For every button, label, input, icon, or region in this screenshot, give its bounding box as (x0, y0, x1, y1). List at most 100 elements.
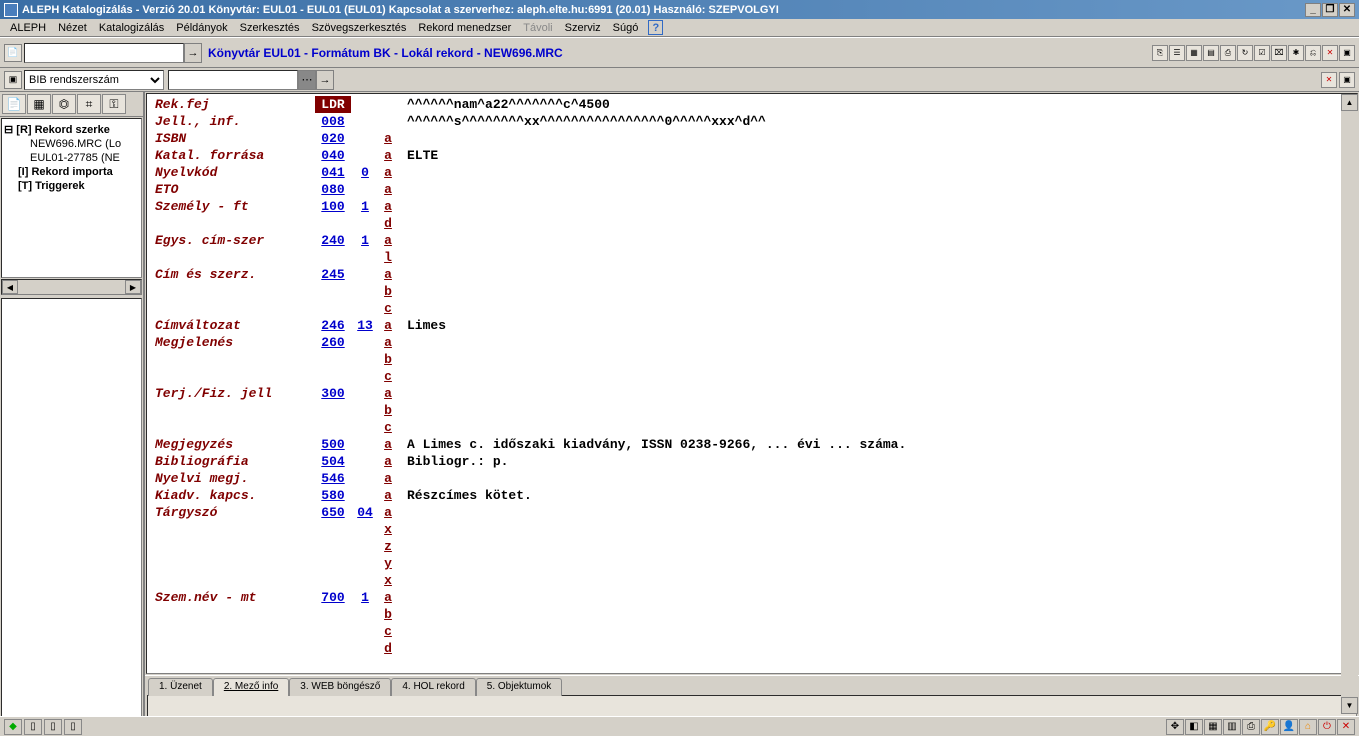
tb-icon-4[interactable]: ▤ (1203, 45, 1219, 61)
menu-rekord-menedzser[interactable]: Rekord menedzser (412, 21, 517, 35)
marc-line[interactable]: Katal. forrása040aELTE (155, 147, 1349, 164)
marc-line[interactable]: Rek.fejLDR^^^^^^nam^a22^^^^^^^c^4500 (155, 96, 1349, 113)
marc-line[interactable]: Nyelvkód0410a (155, 164, 1349, 181)
field-indicator[interactable]: 0 (351, 164, 379, 181)
marc-line[interactable]: c (155, 623, 1349, 640)
marc-line[interactable]: Terj./Fiz. jell300a (155, 385, 1349, 402)
status-r-7[interactable]: 👤 (1280, 719, 1298, 735)
left-tab-2[interactable]: ▦ (27, 94, 51, 114)
left-tab-5[interactable]: ⚿ (102, 94, 126, 114)
subfield-code[interactable]: a (379, 164, 397, 181)
tb-icon-2[interactable]: ☰ (1169, 45, 1185, 61)
subfield-code[interactable]: d (379, 215, 397, 232)
status-icon-3[interactable]: ▯ (44, 719, 62, 735)
marc-line[interactable]: Jell., inf.008^^^^^^s^^^^^^^^xx^^^^^^^^^… (155, 113, 1349, 130)
scroll-track[interactable] (18, 280, 125, 294)
tb-icon-1[interactable]: ⎘ (1152, 45, 1168, 61)
marc-line[interactable]: Megjelenés260a (155, 334, 1349, 351)
menu-sugo[interactable]: Súgó (607, 21, 645, 35)
field-value[interactable]: Részcímes kötet. (397, 487, 1349, 504)
field-tag[interactable]: 260 (315, 334, 351, 351)
subfield-code[interactable]: b (379, 402, 397, 419)
marc-line[interactable]: ISBN020a (155, 130, 1349, 147)
field-value[interactable]: Limes (397, 317, 1349, 334)
marc-line[interactable]: c (155, 300, 1349, 317)
layout-icon[interactable]: ▣ (4, 71, 22, 89)
subfield-code[interactable]: c (379, 300, 397, 317)
marc-line[interactable]: Szem.név - mt7001a (155, 589, 1349, 606)
tab-web-bongeszo[interactable]: 3. WEB böngésző (289, 678, 391, 696)
field-tag[interactable]: 546 (315, 470, 351, 487)
scroll-up[interactable]: ▲ (1341, 94, 1358, 111)
subfield-code[interactable]: b (379, 283, 397, 300)
field-tag[interactable]: 040 (315, 147, 351, 164)
left-tab-1[interactable]: 📄 (2, 94, 26, 114)
subfield-code[interactable]: a (379, 453, 397, 470)
tb2-icon-2[interactable]: ▣ (1339, 72, 1355, 88)
subfield-code[interactable]: a (379, 504, 397, 521)
subfield-code[interactable]: y (379, 555, 397, 572)
status-r-5[interactable]: ⎙ (1242, 719, 1260, 735)
marc-line[interactable]: d (155, 640, 1349, 657)
tb-icon-11[interactable]: ✕ (1322, 45, 1338, 61)
field-tag[interactable]: 100 (315, 198, 351, 215)
marc-line[interactable]: Egys. cím-szer2401a (155, 232, 1349, 249)
menu-szerkesztes[interactable]: Szerkesztés (234, 21, 306, 35)
field-indicator[interactable]: 1 (351, 589, 379, 606)
subfield-code[interactable]: a (379, 589, 397, 606)
tree-item-triggerek[interactable]: [T] Triggerek (4, 179, 139, 193)
close-button[interactable]: ✕ (1339, 3, 1355, 17)
record-tree[interactable]: [R] Rekord szerke NEW696.MRC (Lo EUL01-2… (1, 118, 142, 278)
field-tag[interactable]: 240 (315, 232, 351, 249)
menu-nezet[interactable]: Nézet (52, 21, 93, 35)
marc-line[interactable]: b (155, 351, 1349, 368)
subfield-code[interactable]: a (379, 436, 397, 453)
subfield-code[interactable]: a (379, 317, 397, 334)
field-indicator[interactable]: 1 (351, 198, 379, 215)
tree-item-new696[interactable]: NEW696.MRC (Lo (4, 137, 139, 151)
tree-item-import[interactable]: [I] Rekord importa (4, 165, 139, 179)
marc-line[interactable]: l (155, 249, 1349, 266)
subfield-code[interactable]: a (379, 181, 397, 198)
marc-line[interactable]: Címváltozat24613aLimes (155, 317, 1349, 334)
subfield-code[interactable]: b (379, 351, 397, 368)
field-indicator[interactable]: 04 (351, 504, 379, 521)
tree-item-eul01[interactable]: EUL01-27785 (NE (4, 151, 139, 165)
status-r-2[interactable]: ◧ (1185, 719, 1203, 735)
menu-peldanyok[interactable]: Példányok (170, 21, 233, 35)
field-value[interactable]: ^^^^^^nam^a22^^^^^^^c^4500 (397, 96, 1349, 113)
left-tab-4[interactable]: ⌗ (77, 94, 101, 114)
marc-line[interactable]: y (155, 555, 1349, 572)
minimize-button[interactable]: _ (1305, 3, 1321, 17)
nav-go-1[interactable]: → (184, 43, 202, 63)
marc-line[interactable]: Személy - ft1001a (155, 198, 1349, 215)
subfield-code[interactable]: a (379, 232, 397, 249)
nav-input-1[interactable] (24, 43, 184, 63)
field-tag[interactable]: 700 (315, 589, 351, 606)
tb-icon-6[interactable]: ↻ (1237, 45, 1253, 61)
marc-line[interactable]: Tárgyszó65004a (155, 504, 1349, 521)
tb-icon-3[interactable]: ▦ (1186, 45, 1202, 61)
subfield-code[interactable]: a (379, 147, 397, 164)
tab-objektumok[interactable]: 5. Objektumok (476, 678, 562, 696)
status-r-10[interactable]: ✕ (1337, 719, 1355, 735)
subfield-code[interactable]: a (379, 198, 397, 215)
editor-v-scrollbar[interactable]: ▲ ▼ (1341, 94, 1358, 714)
tb-icon-9[interactable]: ✱ (1288, 45, 1304, 61)
tb-icon-5[interactable]: ⎙ (1220, 45, 1236, 61)
subfield-code[interactable]: c (379, 368, 397, 385)
subfield-code[interactable]: a (379, 334, 397, 351)
tb-icon-8[interactable]: ⌧ (1271, 45, 1287, 61)
subfield-code[interactable]: d (379, 640, 397, 657)
scroll-down[interactable]: ▼ (1341, 697, 1358, 714)
tb-icon-7[interactable]: ☑ (1254, 45, 1270, 61)
subfield-code[interactable]: a (379, 266, 397, 283)
marc-line[interactable]: x (155, 521, 1349, 538)
nav-go-2[interactable]: → (316, 70, 334, 90)
marc-line[interactable]: z (155, 538, 1349, 555)
field-indicator[interactable]: 1 (351, 232, 379, 249)
field-value[interactable]: ELTE (397, 147, 1349, 164)
subfield-code[interactable]: x (379, 521, 397, 538)
subfield-code[interactable]: a (379, 470, 397, 487)
field-tag[interactable]: 300 (315, 385, 351, 402)
